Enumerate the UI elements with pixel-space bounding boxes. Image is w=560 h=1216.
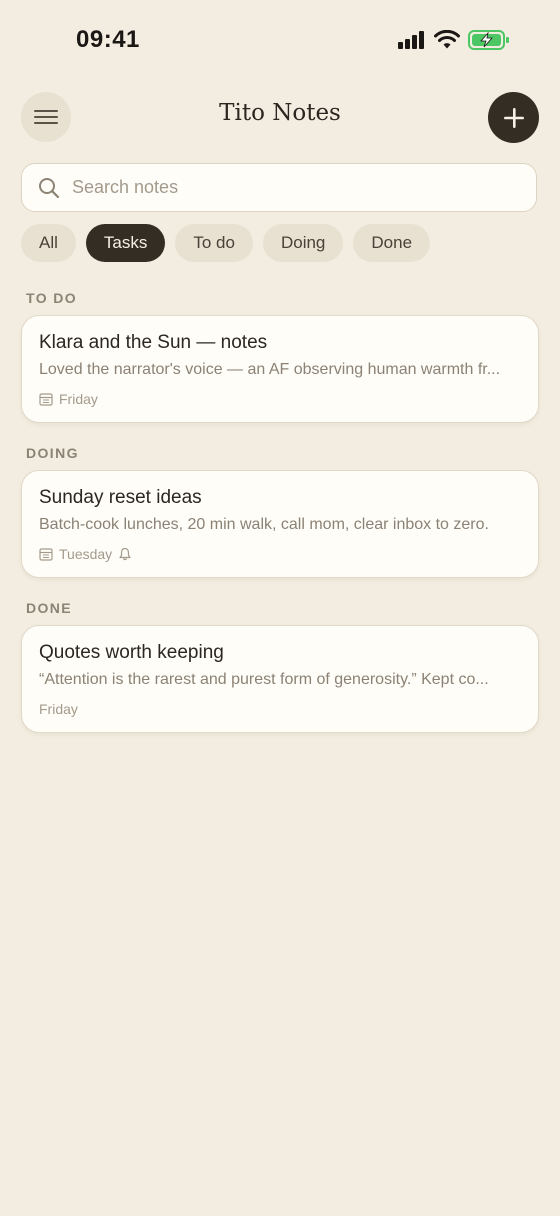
- note-meta: Friday: [39, 391, 98, 407]
- note-title: Sunday reset ideas: [39, 487, 202, 508]
- note-card[interactable]: Quotes worth keeping “Attention is the r…: [21, 625, 539, 733]
- status-bar: 09:41: [0, 0, 560, 80]
- note-date: Tuesday: [59, 546, 113, 562]
- calendar-icon: [39, 393, 53, 406]
- note-meta: Friday: [39, 701, 78, 717]
- note-preview: Batch-cook lunches, 20 min walk, call mo…: [39, 516, 489, 533]
- filter-chip-tasks[interactable]: Tasks: [85, 224, 166, 262]
- status-icons: [398, 30, 510, 50]
- cellular-signal-icon: [398, 31, 424, 49]
- battery-charging-icon: [468, 30, 509, 50]
- note-preview: “Attention is the rarest and purest form…: [39, 671, 489, 688]
- app-title: Tito Notes: [219, 100, 341, 126]
- section-label-done: DONE: [26, 600, 73, 616]
- filter-chip-doing[interactable]: Doing: [262, 224, 344, 262]
- note-card[interactable]: Klara and the Sun — notes Loved the narr…: [21, 315, 539, 423]
- note-preview: Loved the narrator's voice — an AF obser…: [39, 361, 501, 378]
- add-note-button[interactable]: [488, 92, 539, 143]
- note-meta: Tuesday: [39, 546, 132, 562]
- section-label-doing: DOING: [26, 445, 79, 461]
- app-header: Tito Notes: [0, 88, 560, 148]
- note-date: Friday: [59, 391, 98, 407]
- wifi-icon: [434, 30, 460, 49]
- filter-chip-todo[interactable]: To do: [175, 224, 253, 262]
- filter-chip-done[interactable]: Done: [353, 224, 431, 262]
- search-bar[interactable]: [21, 163, 537, 212]
- note-card[interactable]: Sunday reset ideas Batch-cook lunches, 2…: [21, 470, 539, 578]
- status-time: 09:41: [76, 26, 140, 53]
- calendar-icon: [39, 548, 53, 561]
- section-label-todo: TO DO: [26, 290, 78, 306]
- note-title: Quotes worth keeping: [39, 642, 224, 663]
- filter-chips: All Tasks To do Doing Done: [21, 224, 431, 262]
- filter-chip-all[interactable]: All: [21, 224, 76, 262]
- search-input[interactable]: [70, 176, 494, 199]
- plus-icon: [503, 107, 524, 128]
- note-date: Friday: [39, 701, 78, 717]
- bell-icon: [119, 547, 131, 561]
- note-title: Klara and the Sun — notes: [39, 332, 268, 353]
- search-icon: [39, 177, 60, 198]
